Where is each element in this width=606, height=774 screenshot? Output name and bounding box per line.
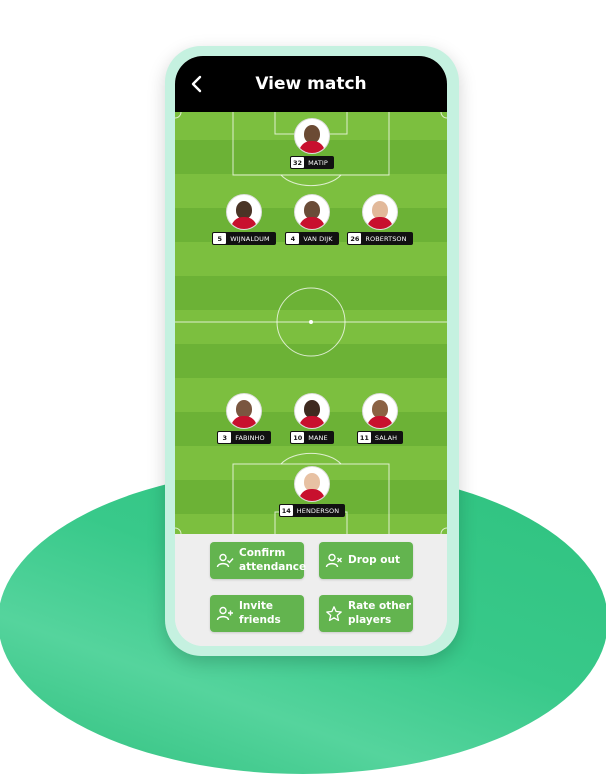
player-number: 3 — [218, 432, 232, 443]
player-name: MATIP — [308, 158, 328, 167]
action-panel: Confirm attendance Drop out Invite frien… — [175, 534, 447, 646]
player-number: 4 — [286, 233, 300, 244]
invite-friends-label: Invite friends — [239, 600, 281, 626]
player-tag: 11 SALAH — [356, 431, 404, 444]
football-pitch: 32 MATIP 5 WIJNALDUM 4 VAN DIJK 26 ROBER… — [175, 112, 447, 534]
back-arrow-icon[interactable] — [187, 74, 207, 94]
player-number: 14 — [279, 505, 293, 516]
player-name: MANE — [308, 433, 328, 442]
player-card[interactable]: 14 HENDERSON — [272, 466, 352, 517]
player-name: ROBERTSON — [365, 234, 407, 243]
player-avatar — [362, 194, 398, 230]
player-tag: 5 WIJNALDUM — [212, 232, 276, 245]
confirm-attendance-label: Confirm attendance — [239, 547, 307, 573]
user-remove-icon — [325, 553, 342, 567]
player-avatar — [294, 393, 330, 429]
player-number: 11 — [357, 432, 371, 443]
star-icon — [326, 605, 342, 621]
player-number: 32 — [291, 157, 305, 168]
player-name: HENDERSON — [296, 506, 340, 515]
player-card[interactable]: 32 MATIP — [272, 118, 352, 169]
player-tag: 4 VAN DIJK — [285, 232, 339, 245]
user-add-icon — [216, 606, 233, 620]
player-avatar — [226, 194, 262, 230]
drop-out-label: Drop out — [348, 553, 400, 566]
header-bar: View match — [175, 56, 447, 112]
player-avatar — [294, 194, 330, 230]
drop-out-button[interactable]: Drop out — [319, 542, 413, 579]
player-tag: 3 FABINHO — [217, 431, 271, 444]
player-name: FABINHO — [235, 433, 265, 442]
player-tag: 14 HENDERSON — [278, 504, 346, 517]
player-number: 10 — [291, 432, 305, 443]
confirm-attendance-button[interactable]: Confirm attendance — [210, 542, 307, 579]
player-avatar — [294, 466, 330, 502]
player-tag: 32 MATIP — [290, 156, 334, 169]
player-card[interactable]: 26 ROBERTSON — [340, 194, 420, 245]
phone-screen: View match 32 MATIP 5 WIJNALDUM 4 VAN DI… — [175, 56, 447, 646]
player-name: SALAH — [374, 433, 398, 442]
invite-friends-button[interactable]: Invite friends — [210, 595, 304, 632]
page-title: View match — [255, 74, 367, 94]
player-name: VAN DIJK — [303, 234, 333, 243]
player-tag: 26 ROBERTSON — [347, 232, 413, 245]
rate-players-label: Rate other players — [348, 600, 411, 626]
user-check-icon — [216, 553, 234, 567]
player-card[interactable]: 11 SALAH — [340, 393, 420, 444]
rate-players-button[interactable]: Rate other players — [319, 595, 413, 632]
player-avatar — [226, 393, 262, 429]
player-number: 5 — [213, 233, 227, 244]
phone-frame: View match 32 MATIP 5 WIJNALDUM 4 VAN DI… — [165, 46, 459, 656]
player-tag: 10 MANE — [290, 431, 334, 444]
player-avatar — [294, 118, 330, 154]
player-avatar — [362, 393, 398, 429]
player-name: WIJNALDUM — [230, 234, 270, 243]
player-number: 26 — [348, 233, 362, 244]
